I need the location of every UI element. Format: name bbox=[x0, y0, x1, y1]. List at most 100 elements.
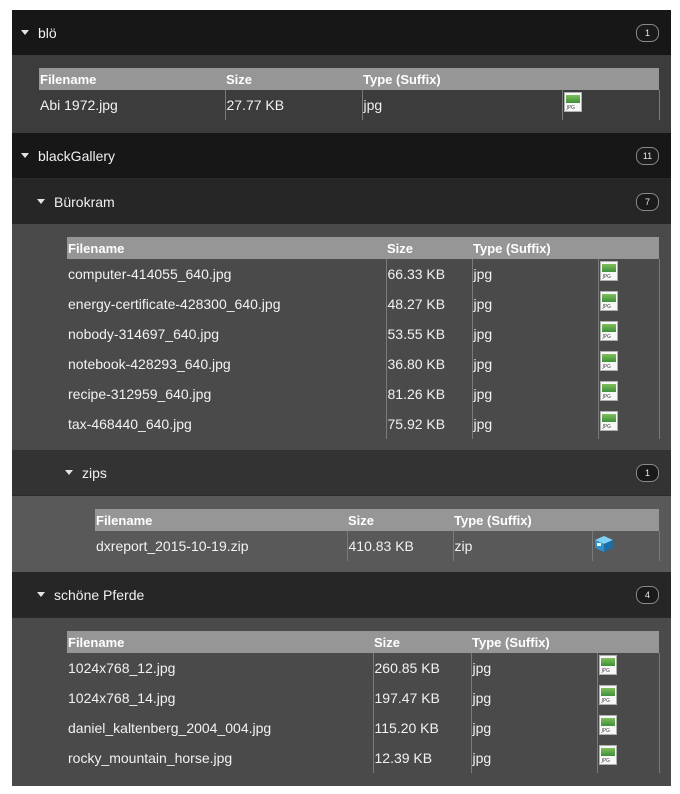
file-table: Filename Size Type (Suffix) computer-414… bbox=[67, 237, 660, 439]
file-count-badge: 7 bbox=[636, 192, 659, 211]
column-header-size[interactable]: Size bbox=[373, 631, 471, 653]
collapse-arrow-icon[interactable] bbox=[37, 592, 45, 597]
table-row[interactable]: nobody-314697_640.jpg 53.55 KB jpg bbox=[67, 319, 660, 349]
file-icon-cell bbox=[596, 743, 660, 773]
file-name-cell: notebook-428293_640.jpg bbox=[68, 356, 231, 372]
file-name-cell: recipe-312959_640.jpg bbox=[68, 386, 212, 402]
folder-header-blackgallery[interactable]: blackGallery 11 bbox=[12, 133, 671, 178]
folder-content-blo: Filename Size Type (Suffix) Abi 1972.jpg… bbox=[12, 55, 671, 133]
file-icon-cell bbox=[596, 713, 660, 743]
file-size-cell: 12.39 KB bbox=[372, 743, 471, 773]
file-icon-cell bbox=[597, 259, 660, 289]
jpg-file-icon[interactable] bbox=[599, 321, 618, 342]
table-row[interactable]: energy-certificate-428300_640.jpg 48.27 K… bbox=[67, 289, 660, 319]
folder-content-pferde: Filename Size Type (Suffix) 1024x768_12.… bbox=[12, 618, 671, 786]
file-type-cell: jpg bbox=[361, 90, 562, 120]
folder-name: blö bbox=[38, 24, 57, 41]
folder-content-burokram: Filename Size Type (Suffix) computer-414… bbox=[12, 224, 671, 450]
file-icon-cell bbox=[561, 90, 660, 120]
column-header-filename[interactable]: Filename bbox=[67, 631, 373, 653]
column-header-size[interactable]: Size bbox=[386, 237, 472, 259]
file-name-cell: energy-certificate-428300_640.jpg bbox=[68, 296, 281, 312]
table-row[interactable]: notebook-428293_640.jpg 36.80 KB jpg bbox=[67, 349, 660, 379]
folder-header-zips[interactable]: zips 1 bbox=[12, 450, 671, 495]
collapse-arrow-icon[interactable] bbox=[21, 153, 29, 158]
column-header-type[interactable]: Type (Suffix) bbox=[472, 237, 598, 259]
file-size-cell: 36.80 KB bbox=[385, 349, 472, 379]
column-header-filename[interactable]: Filename bbox=[67, 237, 386, 259]
folder-header-pferde[interactable]: schöne Pferde 4 bbox=[12, 572, 671, 617]
file-icon-cell bbox=[596, 683, 660, 713]
file-size-cell: 260.85 KB bbox=[372, 653, 471, 683]
file-size-cell: 75.92 KB bbox=[385, 409, 472, 439]
file-type-cell: jpg bbox=[470, 713, 597, 743]
column-header-icon bbox=[598, 237, 659, 259]
zip-package-icon[interactable] bbox=[594, 535, 614, 553]
file-name-cell: nobody-314697_640.jpg bbox=[68, 326, 220, 342]
table-row[interactable]: dxreport_2015-10-19.zip 410.83 KB zip bbox=[95, 531, 660, 561]
column-header-type[interactable]: Type (Suffix) bbox=[453, 509, 592, 531]
file-size-cell: 81.26 KB bbox=[385, 379, 472, 409]
column-header-filename[interactable]: Filename bbox=[95, 509, 347, 531]
table-row[interactable]: daniel_kaltenberg_2004_004.jpg 115.20 KB j… bbox=[67, 713, 660, 743]
file-type-cell: jpg bbox=[471, 319, 598, 349]
jpg-file-icon[interactable] bbox=[599, 411, 618, 432]
column-header-icon bbox=[562, 68, 659, 90]
jpg-file-icon[interactable] bbox=[598, 685, 617, 706]
table-row[interactable]: computer-414055_640.jpg 66.33 KB jpg bbox=[67, 259, 660, 289]
jpg-file-icon[interactable] bbox=[599, 351, 618, 372]
file-icon-cell bbox=[597, 319, 660, 349]
jpg-file-icon[interactable] bbox=[599, 381, 618, 402]
file-count-badge: 1 bbox=[636, 23, 659, 42]
jpg-file-icon[interactable] bbox=[598, 745, 617, 766]
jpg-file-icon[interactable] bbox=[598, 655, 617, 676]
file-size-cell: 53.55 KB bbox=[385, 319, 472, 349]
column-header-type[interactable]: Type (Suffix) bbox=[362, 68, 562, 90]
jpg-file-icon[interactable] bbox=[598, 715, 617, 736]
file-type-cell: jpg bbox=[471, 349, 598, 379]
file-type-cell: jpg bbox=[470, 743, 597, 773]
table-row[interactable]: rocky_mountain_horse.jpg 12.39 KB jpg bbox=[67, 743, 660, 773]
folder-name: schöne Pferde bbox=[54, 586, 145, 603]
folder-content-zips: Filename Size Type (Suffix) dxreport_201… bbox=[12, 496, 671, 572]
folder-header-burokram[interactable]: Bürokram 7 bbox=[12, 179, 671, 224]
jpg-file-icon[interactable] bbox=[599, 291, 618, 312]
file-table: Filename Size Type (Suffix) Abi 1972.jpg… bbox=[39, 68, 660, 120]
file-table: Filename Size Type (Suffix) 1024x768_12.… bbox=[67, 631, 660, 773]
folder-header-blo[interactable]: blö 1 bbox=[12, 10, 671, 55]
column-header-size[interactable]: Size bbox=[225, 68, 362, 90]
column-header-filename[interactable]: Filename bbox=[39, 68, 225, 90]
file-name-cell: Abi 1972.jpg bbox=[40, 97, 118, 113]
file-icon-cell bbox=[597, 289, 660, 319]
file-name-cell: 1024x768_12.jpg bbox=[68, 660, 176, 676]
jpg-file-icon[interactable] bbox=[599, 261, 618, 282]
column-header-type[interactable]: Type (Suffix) bbox=[471, 631, 597, 653]
file-icon-cell bbox=[591, 531, 660, 561]
table-row[interactable]: 1024x768_12.jpg 260.85 KB jpg bbox=[67, 653, 660, 683]
folder-name: Bürokram bbox=[54, 193, 115, 210]
file-type-cell: jpg bbox=[471, 289, 598, 319]
file-name-cell: tax-468440_640.jpg bbox=[68, 416, 192, 432]
collapse-arrow-icon[interactable] bbox=[65, 470, 73, 475]
file-type-cell: jpg bbox=[471, 409, 598, 439]
file-size-cell: 115.20 KB bbox=[372, 713, 471, 743]
file-icon-cell bbox=[597, 409, 660, 439]
table-row[interactable]: tax-468440_640.jpg 75.92 KB jpg bbox=[67, 409, 660, 439]
file-size-cell: 27.77 KB bbox=[224, 90, 362, 120]
file-type-cell: zip bbox=[452, 531, 592, 561]
column-header-size[interactable]: Size bbox=[347, 509, 453, 531]
file-size-cell: 66.33 KB bbox=[385, 259, 472, 289]
file-icon-cell bbox=[597, 349, 660, 379]
table-row[interactable]: 1024x768_14.jpg 197.47 KB jpg bbox=[67, 683, 660, 713]
file-name-cell: dxreport_2015-10-19.zip bbox=[96, 538, 249, 554]
column-header-icon bbox=[597, 631, 659, 653]
table-row[interactable]: recipe-312959_640.jpg 81.26 KB jpg bbox=[67, 379, 660, 409]
file-name-cell: rocky_mountain_horse.jpg bbox=[68, 750, 233, 766]
collapse-arrow-icon[interactable] bbox=[37, 199, 45, 204]
jpg-file-icon[interactable] bbox=[563, 92, 582, 113]
file-type-cell: jpg bbox=[470, 683, 597, 713]
file-name-cell: 1024x768_14.jpg bbox=[68, 690, 176, 706]
folder-tree: blö 1 Filename Size Type (Suffix) Abi 19… bbox=[12, 10, 671, 786]
table-row[interactable]: Abi 1972.jpg 27.77 KB jpg bbox=[39, 90, 660, 120]
collapse-arrow-icon[interactable] bbox=[21, 30, 29, 35]
